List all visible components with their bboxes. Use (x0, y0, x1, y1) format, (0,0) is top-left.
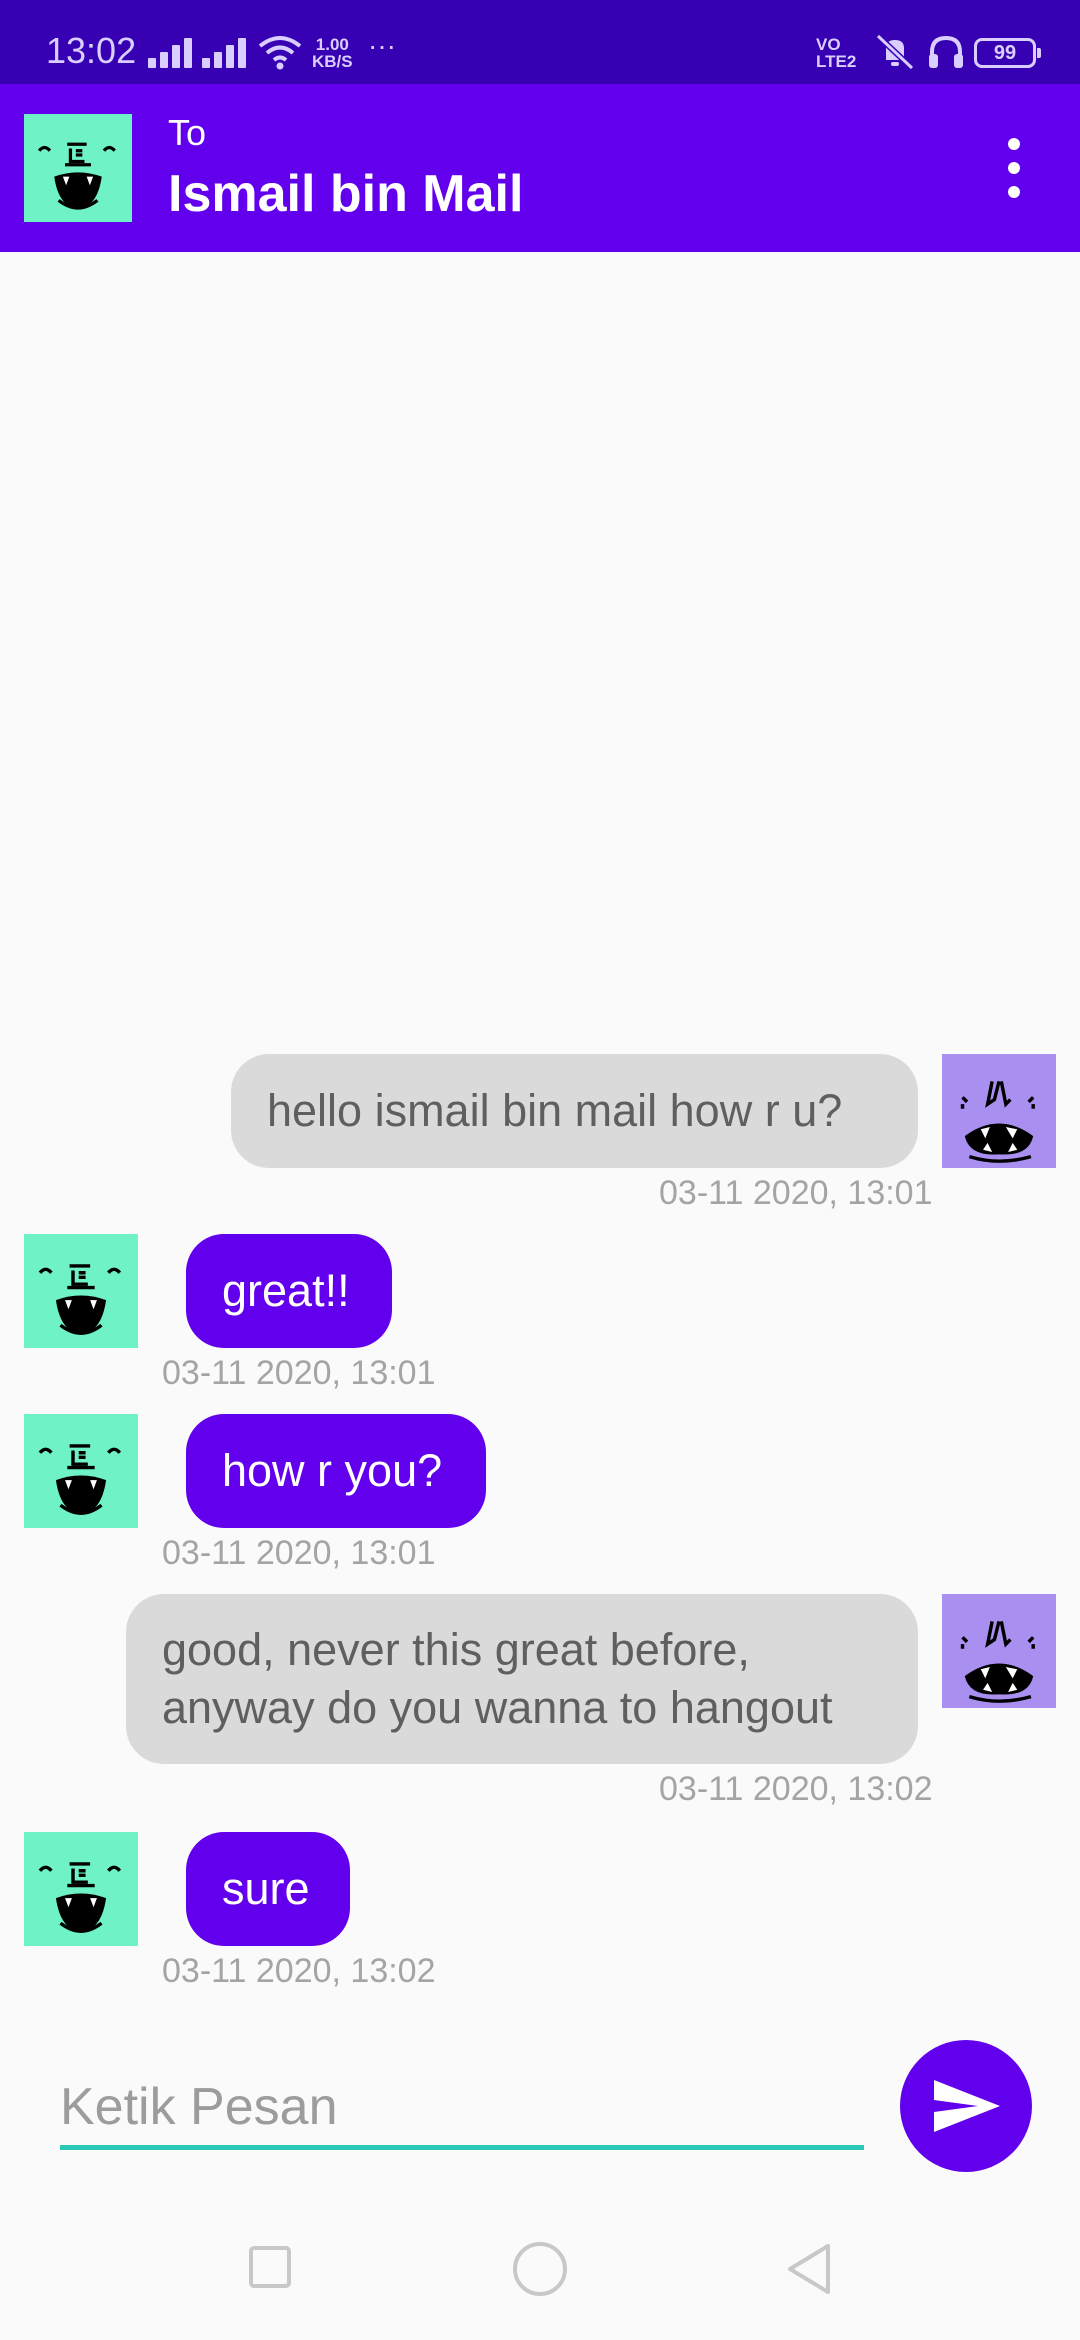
contact-name[interactable]: Ismail bin Mail (168, 164, 523, 224)
network-speed-value: 1.00 (315, 35, 349, 54)
message-text-line: good, never this great before, (162, 1624, 750, 1675)
volte-icon: VO LTE2 (816, 36, 856, 70)
sent-message-bubble[interactable]: good, never this great before, anyway do… (126, 1594, 918, 1764)
send-button[interactable] (900, 2040, 1032, 2172)
contact-avatar[interactable] (24, 114, 132, 222)
message-text: hello ismail bin mail how r u? (267, 1085, 843, 1136)
network-speed-unit: KB/S (312, 52, 353, 71)
vibrate-off-icon (875, 33, 915, 71)
back-button[interactable] (784, 2242, 834, 2296)
received-message-bubble[interactable]: great!! (186, 1234, 392, 1348)
network-speed: 1.00 KB/S (312, 36, 353, 70)
home-button[interactable] (513, 2242, 567, 2296)
volte-bottom: LTE2 (816, 52, 857, 71)
more-vert-icon[interactable] (996, 138, 1032, 198)
more-notifications-icon: ··· (368, 30, 396, 61)
headphones-icon (929, 35, 963, 68)
message-text: how r you? (222, 1445, 443, 1496)
received-message-bubble[interactable]: how r you? (186, 1414, 486, 1528)
self-avatar (942, 1054, 1056, 1168)
battery-icon: 99 (974, 38, 1041, 68)
contact-avatar (24, 1234, 138, 1348)
status-time: 13:02 (46, 30, 137, 71)
recents-button[interactable] (249, 2246, 291, 2288)
message-timestamp: 03-11 2020, 13:01 (162, 1354, 436, 1392)
volte-top: VO (816, 35, 841, 54)
message-timestamp: 03-11 2020, 13:02 (162, 1952, 436, 1990)
send-icon (934, 2080, 1000, 2132)
sent-message-bubble[interactable]: hello ismail bin mail how r u? (231, 1054, 918, 1168)
message-input[interactable] (60, 2068, 864, 2150)
message-timestamp: 03-11 2020, 13:01 (659, 1174, 933, 1212)
self-avatar (942, 1594, 1056, 1708)
to-label: To (168, 112, 207, 153)
signal-sim2-icon (202, 36, 250, 68)
message-timestamp: 03-11 2020, 13:02 (659, 1770, 933, 1808)
app-bar: To Ismail bin Mail (0, 84, 1080, 252)
signal-sim1-icon (148, 36, 196, 68)
message-text: sure (222, 1863, 310, 1914)
message-text: great!! (222, 1265, 350, 1316)
message-text-line: anyway do you wanna to hangout (162, 1682, 833, 1733)
message-timestamp: 03-11 2020, 13:01 (162, 1534, 436, 1572)
wifi-icon (258, 36, 302, 70)
navigation-bar (0, 2220, 1080, 2340)
contact-avatar (24, 1832, 138, 1946)
contact-avatar (24, 1414, 138, 1528)
status-bar: 13:02 1.00 KB/S ··· VO LTE2 99 (0, 0, 1080, 84)
received-message-bubble[interactable]: sure (186, 1832, 350, 1946)
